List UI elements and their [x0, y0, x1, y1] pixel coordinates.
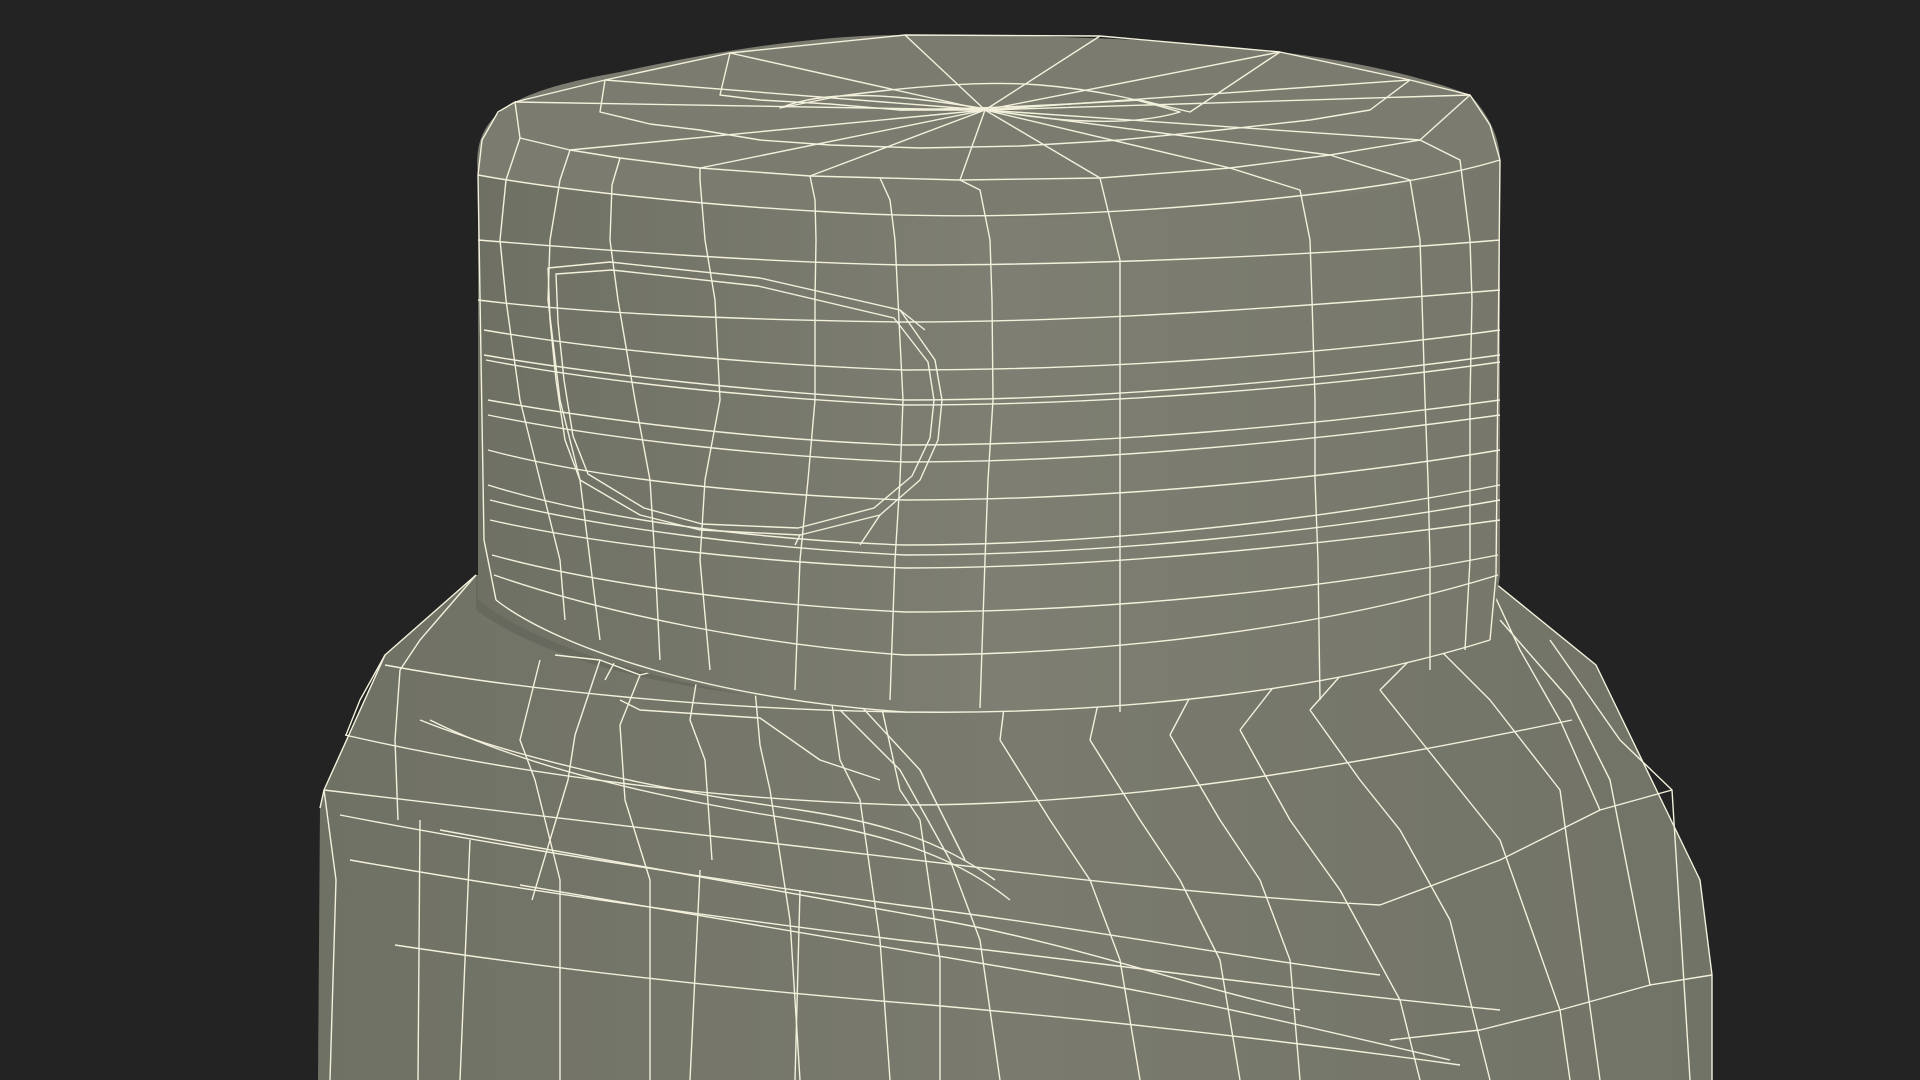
- wireframe-render: [0, 0, 1920, 1080]
- bottle-cap: [477, 34, 1501, 713]
- wireframe-viewport: [0, 0, 1920, 1080]
- cap-side-surface: [478, 160, 1500, 713]
